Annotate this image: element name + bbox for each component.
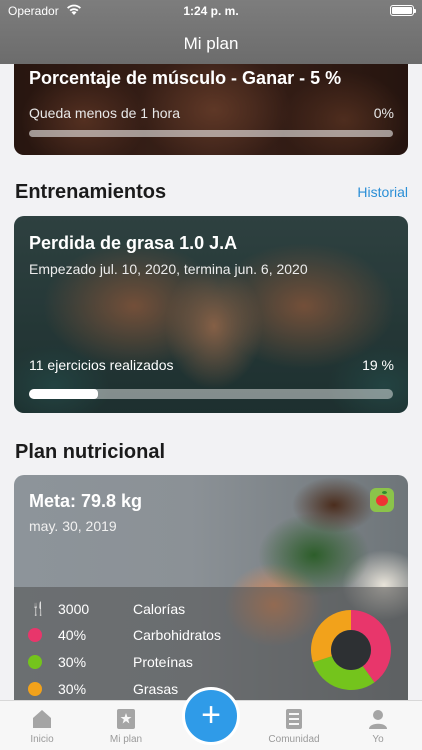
carbs-dot-icon — [28, 628, 42, 642]
tab-label: Inicio — [30, 734, 54, 745]
workouts-section-title: Entrenamientos — [15, 181, 167, 203]
fat-dot-icon — [28, 682, 42, 696]
apple-icon — [370, 488, 394, 512]
goal-card[interactable]: Porcentaje de músculo - Ganar - 5 % Qued… — [14, 50, 408, 155]
macro-value: 40% — [58, 627, 87, 643]
plan-icon — [117, 709, 135, 729]
macro-row-protein: 30% Proteínas — [28, 652, 268, 672]
nutrition-card[interactable]: Meta: 79.8 kg may. 30, 2019 🍴 3000 Calor… — [14, 475, 408, 715]
exercises-done: 11 ejercicios realizados — [29, 357, 174, 373]
workout-progress-fill — [29, 389, 99, 399]
nutrition-date: may. 30, 2019 — [29, 518, 117, 534]
status-time: 1:24 p. m. — [183, 4, 239, 18]
goal-subtitle: Queda menos de 1 hora — [29, 105, 180, 121]
plus-icon: + — [201, 696, 221, 734]
nutrition-section-title: Plan nutricional — [15, 441, 166, 463]
macro-label: Grasas — [133, 681, 179, 697]
add-button[interactable]: + — [182, 687, 240, 745]
macro-label: Proteínas — [133, 654, 193, 670]
macro-value: 30% — [58, 654, 87, 670]
macro-value: 30% — [58, 681, 87, 697]
home-icon — [33, 710, 51, 728]
workout-title: Perdida de grasa 1.0 J.A — [29, 233, 238, 253]
macro-row-carbs: 40% Carbohidratos — [28, 625, 268, 645]
goal-title: Porcentaje de músculo - Ganar - 5 % — [29, 68, 342, 88]
workout-dates: Empezado jul. 10, 2020, termina jun. 6, … — [29, 261, 308, 277]
history-link[interactable]: Historial — [357, 184, 408, 200]
tab-mi-plan[interactable]: Mi plan — [86, 707, 166, 745]
donut-hole — [331, 630, 371, 670]
tab-label: Mi plan — [109, 734, 143, 745]
workout-percent: 19 % — [362, 357, 394, 373]
tab-yo[interactable]: Yo — [338, 707, 418, 745]
goal-percent: 0% — [373, 105, 394, 121]
macro-donut-chart — [311, 610, 391, 690]
macro-label: Carbohidratos — [133, 627, 221, 643]
top-bar: Operador 1:24 p. m. Mi plan — [0, 0, 422, 64]
community-icon — [286, 709, 302, 729]
tab-inicio[interactable]: Inicio — [2, 707, 82, 745]
fork-knife-icon: 🍴 — [30, 601, 47, 616]
profile-icon — [369, 710, 387, 729]
workout-card[interactable]: Perdida de grasa 1.0 J.A Empezado jul. 1… — [14, 216, 408, 413]
macro-value: 3000 — [58, 601, 90, 617]
tab-comunidad[interactable]: Comunidad — [254, 707, 334, 745]
goal-progress-bar — [29, 130, 393, 137]
macro-row-calories: 🍴 3000 Calorías — [28, 599, 268, 619]
tab-label: Comunidad — [268, 734, 320, 745]
macro-label: Calorías — [133, 601, 186, 617]
workout-progress-bar — [29, 389, 393, 399]
protein-dot-icon — [28, 655, 42, 669]
battery-icon — [390, 5, 416, 16]
tab-label: Yo — [372, 734, 384, 745]
status-bar: Operador 1:24 p. m. — [0, 4, 422, 20]
card-image-overlay — [14, 50, 408, 155]
page-title: Mi plan — [183, 34, 239, 53]
tab-bar: Inicio Mi plan + Comunidad Yo — [0, 687, 422, 750]
nutrition-goal: Meta: 79.8 kg — [29, 491, 143, 511]
